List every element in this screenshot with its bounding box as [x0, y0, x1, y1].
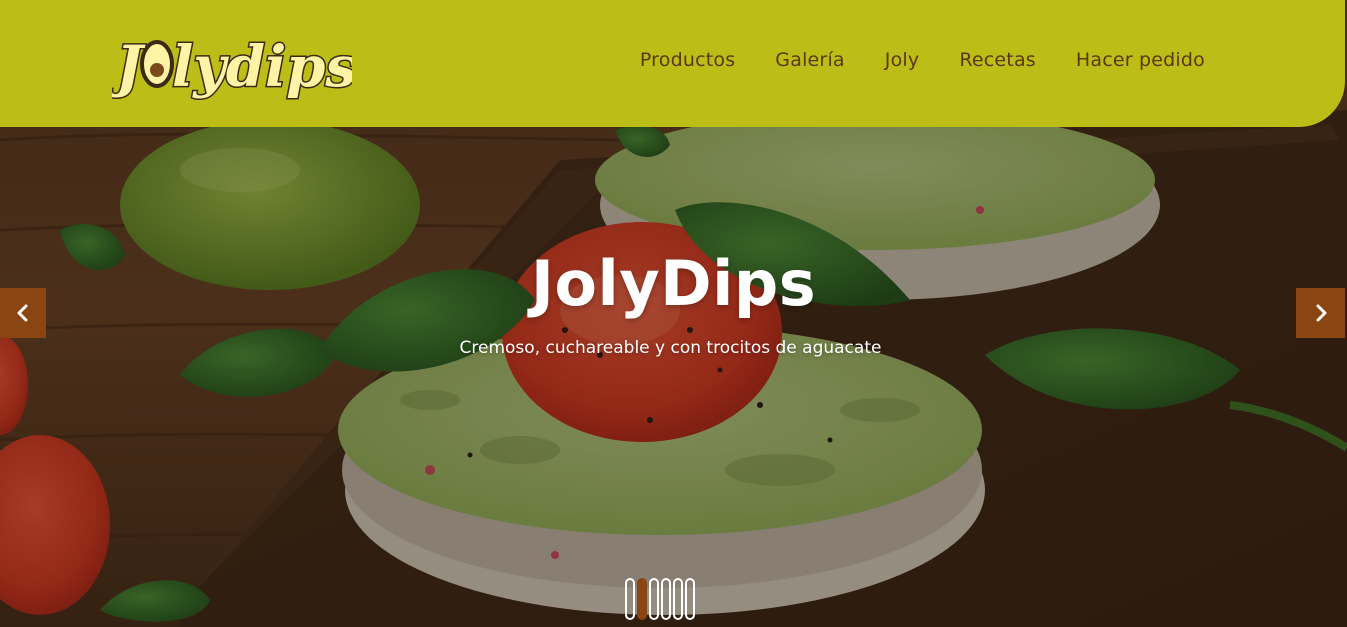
nav-item-joly[interactable]: Joly	[885, 49, 920, 71]
nav-item-productos[interactable]: Productos	[640, 49, 735, 71]
carousel-next-button[interactable]	[1296, 288, 1345, 338]
carousel-indicator-6[interactable]	[685, 578, 695, 620]
nav-item-recetas[interactable]: Recetas	[959, 49, 1036, 71]
carousel-indicators	[625, 578, 695, 620]
slide-subtitle: Cremoso, cuchareable y con trocitos de a…	[459, 338, 882, 358]
carousel-indicator-2[interactable]	[637, 578, 647, 620]
nav-item-galeria[interactable]: Galería	[775, 49, 844, 71]
slide-title: JolyDips	[530, 247, 817, 320]
chevron-left-icon	[17, 304, 28, 322]
site-header: J lydips Productos Galería Joly Recetas …	[0, 0, 1345, 127]
main-nav: Productos Galería Joly Recetas Hacer ped…	[640, 49, 1205, 71]
carousel-indicator-3[interactable]	[649, 578, 659, 620]
jolydips-logo[interactable]: J lydips	[112, 20, 352, 110]
svg-text:J: J	[112, 34, 146, 100]
carousel-indicator-1[interactable]	[625, 578, 635, 620]
logo-graphic: J lydips	[112, 33, 352, 102]
svg-text:lydips: lydips	[172, 34, 352, 100]
chevron-right-icon	[1316, 304, 1326, 322]
carousel-indicator-4[interactable]	[661, 578, 671, 620]
carousel-prev-button[interactable]	[0, 288, 46, 338]
nav-item-hacer-pedido[interactable]: Hacer pedido	[1076, 49, 1205, 71]
carousel-indicator-5[interactable]	[673, 578, 683, 620]
